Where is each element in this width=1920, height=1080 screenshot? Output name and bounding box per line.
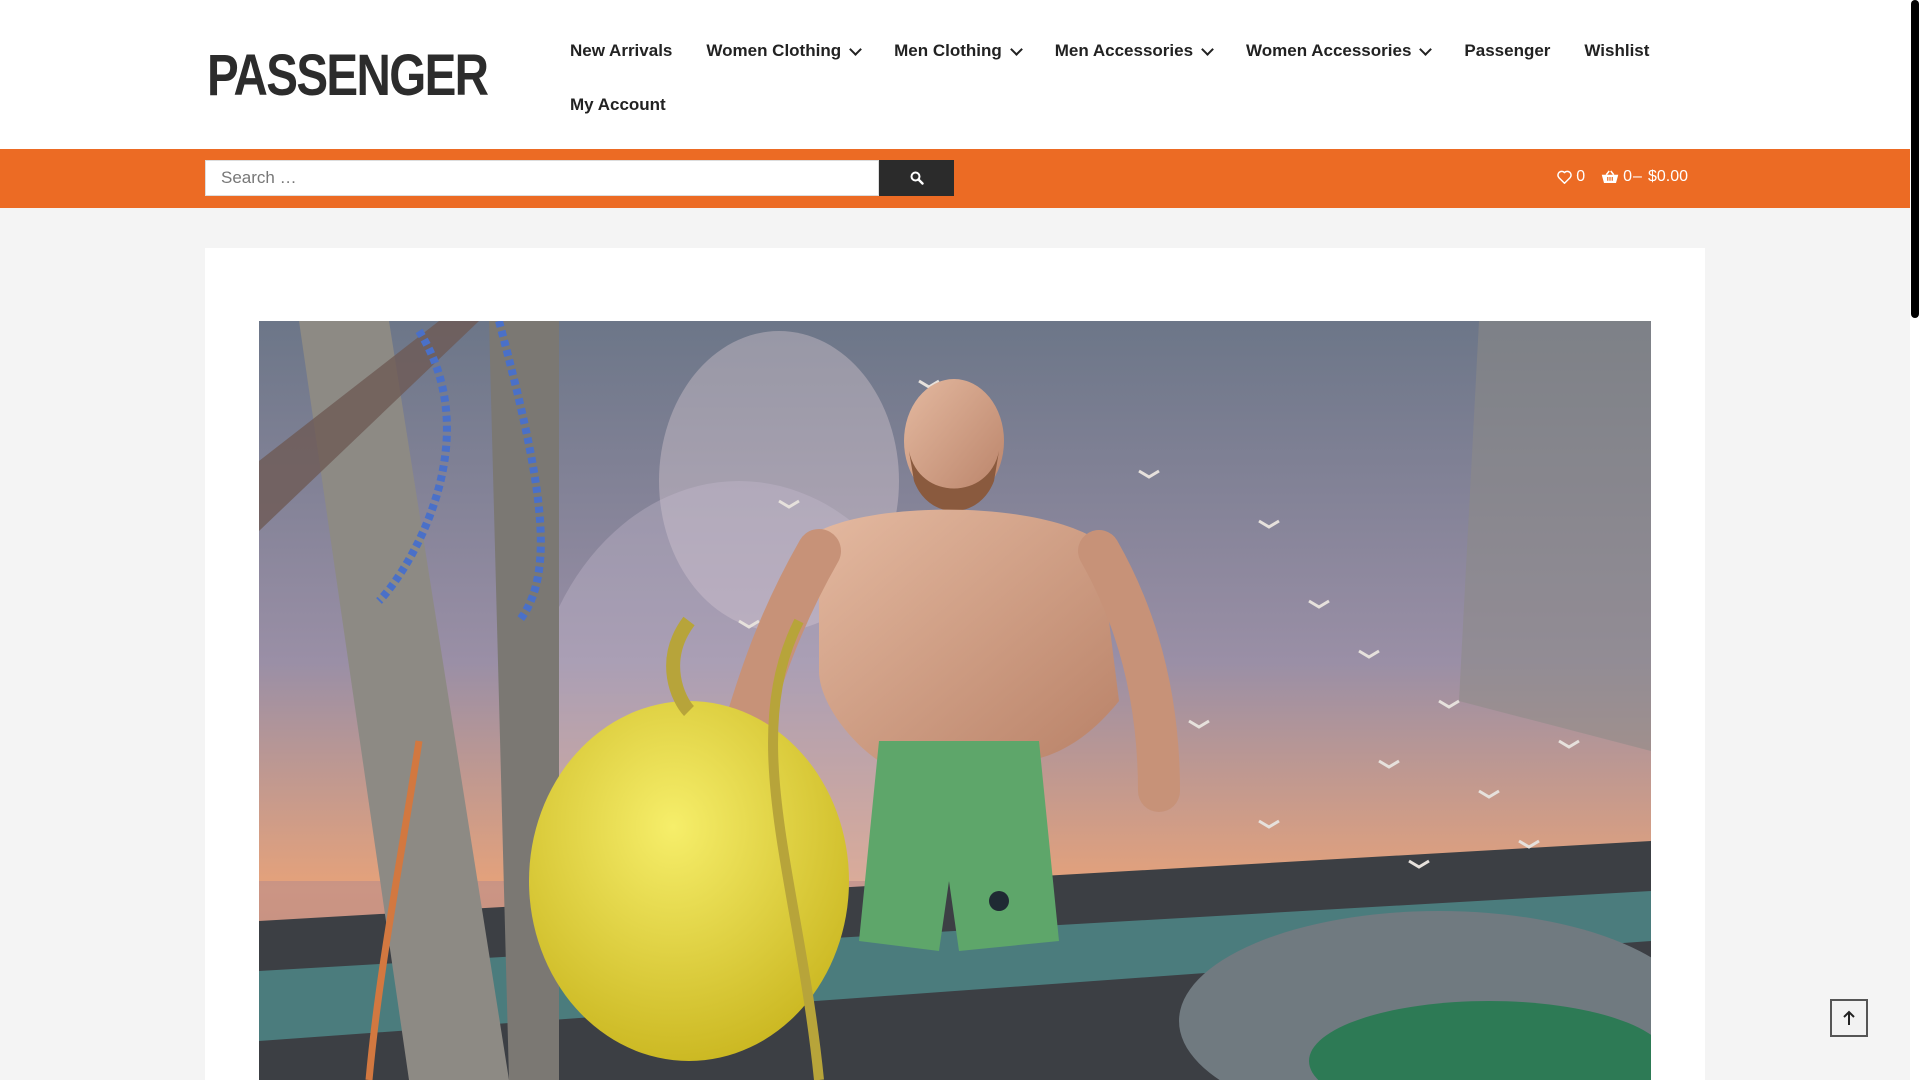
nav-item-label: Women Accessories — [1246, 41, 1412, 60]
hero-illustration — [259, 321, 1651, 1080]
wishlist-count: 0 — [1576, 168, 1586, 185]
site-header: PASSENGER New Arrivals Women Clothing Men … — [0, 0, 1910, 149]
chevron-down-icon[interactable] — [849, 42, 862, 56]
basket-icon — [1601, 170, 1619, 183]
heart-icon — [1557, 170, 1573, 184]
nav-item-women-accessories[interactable]: Women Accessories — [1246, 41, 1433, 61]
chevron-down-icon[interactable] — [1009, 42, 1023, 56]
chevron-down-icon[interactable] — [1201, 42, 1214, 56]
back-to-top-button[interactable] — [1830, 999, 1868, 1037]
hero-image — [259, 321, 1651, 1080]
nav-item-label: Wishlist — [1584, 41, 1650, 60]
scrollbar[interactable] — [1910, 0, 1920, 1080]
nav-item-my-account[interactable]: My Account — [570, 95, 666, 115]
nav-item-wishlist[interactable]: Wishlist — [1584, 41, 1649, 61]
header-tools: 0 0 – $0.00 — [1541, 168, 1688, 186]
search-input[interactable] — [205, 160, 879, 196]
nav-item-passenger[interactable]: Passenger — [1464, 41, 1550, 61]
search-icon — [910, 171, 924, 185]
site-logo[interactable]: PASSENGER — [205, 42, 489, 110]
scrollbar-thumb[interactable] — [1911, 0, 1919, 318]
nav-item-label: My Account — [570, 95, 666, 114]
search-bar-strip: 0 0 – $0.00 — [0, 149, 1910, 208]
arrow-up-icon — [1843, 1010, 1855, 1025]
search-form — [205, 160, 954, 196]
nav-item-label: Women Clothing — [706, 41, 842, 60]
wishlist-link[interactable]: 0 — [1557, 168, 1585, 186]
nav-item-label: Men Clothing — [894, 41, 1002, 60]
chevron-down-icon[interactable] — [1419, 42, 1433, 56]
nav-item-new-arrivals[interactable]: New Arrivals — [570, 41, 672, 61]
nav-item-men-accessories[interactable]: Men Accessories — [1054, 41, 1214, 61]
search-button[interactable] — [879, 160, 954, 196]
nav-item-label: Men Accessories — [1054, 41, 1194, 60]
cart-separator: – — [1633, 168, 1642, 185]
nav-item-label: New Arrivals — [570, 41, 673, 60]
cart-count: 0 — [1623, 168, 1633, 185]
cart-total: $0.00 — [1647, 168, 1688, 185]
nav-item-women-clothing[interactable]: Women Clothing — [706, 41, 862, 61]
main-nav: New Arrivals Women Clothing Men Clothing Me… — [553, 24, 1693, 132]
content-card — [205, 248, 1705, 1080]
logo-text: PASSENGER — [207, 43, 489, 108]
cart-link[interactable]: 0 – $0.00 — [1601, 168, 1688, 186]
nav-item-men-clothing[interactable]: Men Clothing — [894, 41, 1023, 61]
nav-item-label: Passenger — [1464, 41, 1551, 60]
